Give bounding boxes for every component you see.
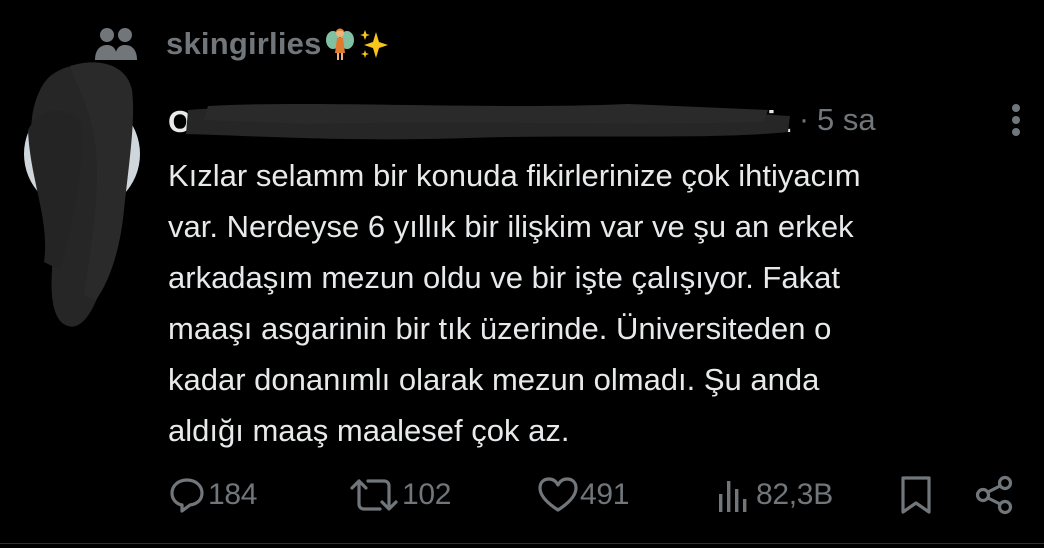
- community-name[interactable]: skingirlies: [166, 26, 322, 62]
- community-context[interactable]: skingirlies: [92, 22, 390, 66]
- share-button[interactable]: [974, 470, 1016, 520]
- share-icon: [975, 475, 1013, 515]
- repost-icon: [350, 479, 398, 511]
- action-bar: 184 102 491 82,3B: [168, 470, 1034, 520]
- reply-button[interactable]: 184: [168, 470, 257, 520]
- post-time[interactable]: 5 sa: [817, 102, 876, 138]
- redaction-mark: [186, 104, 790, 140]
- views-icon: [719, 481, 747, 512]
- reply-icon: [170, 478, 204, 513]
- post-text: Kızlar selamm bir konuda fikirlerinize ç…: [168, 158, 861, 448]
- reply-count: 184: [208, 478, 258, 511]
- divider: [0, 543, 1044, 544]
- heart-icon: [538, 477, 578, 512]
- community-icon: [92, 22, 140, 66]
- repost-button[interactable]: 102: [348, 470, 451, 520]
- like-button[interactable]: 491: [538, 470, 629, 520]
- like-count: 491: [580, 478, 630, 511]
- bookmark-button[interactable]: [898, 470, 934, 520]
- more-dots-icon: [1012, 104, 1020, 136]
- views-count: 82,3B: [756, 478, 833, 511]
- avatar[interactable]: [24, 96, 140, 212]
- repost-count: 102: [402, 478, 452, 511]
- more-options-button[interactable]: [998, 100, 1034, 140]
- post-header: Oiz · 5 sa: [168, 96, 1018, 144]
- views-button[interactable]: 82,3B: [714, 470, 833, 520]
- author-name-redacted[interactable]: Oiz: [168, 100, 795, 140]
- separator: ·: [799, 103, 809, 136]
- fairy-emoji-icon: [324, 27, 356, 61]
- bookmark-icon: [901, 476, 931, 514]
- sparkles-emoji-icon: [358, 27, 390, 61]
